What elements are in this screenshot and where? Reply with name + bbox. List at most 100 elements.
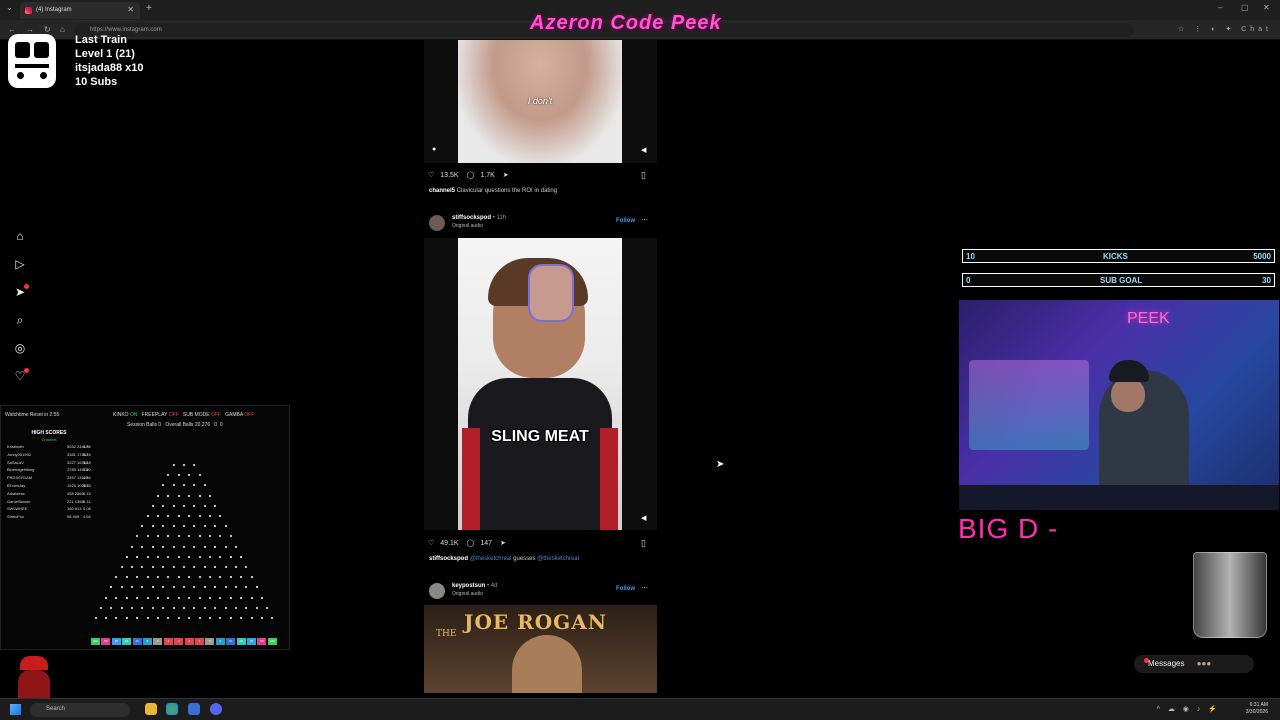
plinko-peg <box>157 617 159 619</box>
post-3-video[interactable]: THE JOE ROGAN <box>424 605 657 693</box>
avatar[interactable] <box>429 215 445 231</box>
post-2-video-caption: SLING MEAT <box>491 428 589 445</box>
discord-icon[interactable] <box>210 703 222 715</box>
submode-state: OFF <box>210 412 221 418</box>
plinko-peg <box>167 535 170 538</box>
plinko-peg <box>203 586 206 589</box>
close-tab-icon[interactable]: ✕ <box>127 5 134 14</box>
plinko-peg <box>183 545 185 548</box>
bookmark-icon[interactable]: ▯ <box>641 538 646 549</box>
heart-icon[interactable]: ♡ <box>10 366 30 386</box>
post-3-username[interactable]: keypostsun <box>452 583 485 589</box>
plinko-bucket: 25 <box>247 638 256 645</box>
comment-icon[interactable]: ◯ <box>467 540 475 547</box>
bookmark-icon[interactable]: ▯ <box>641 170 646 181</box>
score-ratio: 4.54 <box>83 514 91 520</box>
messages-label: Messages <box>1148 659 1185 668</box>
clock[interactable]: 6:31 AM 3/30/2026 <box>1246 702 1268 716</box>
post-2-audio[interactable]: Original audio <box>452 223 483 229</box>
post-2-caption-user[interactable]: stiffsockspod <box>429 556 468 562</box>
send-icon[interactable]: ➤ <box>10 282 30 302</box>
post-2-caption: stiffsockspod @thesketchreal guesses @th… <box>429 556 579 562</box>
search-icon[interactable]: ⌕ <box>10 310 30 330</box>
share-icon[interactable]: ➤ <box>500 540 506 547</box>
minimize-icon[interactable]: – <box>1218 3 1222 12</box>
plinko-peg <box>245 606 248 609</box>
browser-icon[interactable] <box>166 703 178 715</box>
avatar[interactable] <box>429 583 445 599</box>
follow-button[interactable]: Follow <box>616 218 635 224</box>
share-icon[interactable]: ➤ <box>503 172 509 179</box>
like-icon[interactable]: ♡ <box>428 172 434 179</box>
home-icon[interactable]: ⌂ <box>10 226 30 246</box>
back-icon[interactable]: ← <box>8 25 16 34</box>
mention-link[interactable]: @thesketchreal <box>470 556 512 562</box>
plinko-peg <box>229 596 232 599</box>
messages-button[interactable]: Messages ●●● <box>1134 655 1254 673</box>
new-tab-button[interactable]: + <box>146 3 152 14</box>
app-icon[interactable] <box>188 703 200 715</box>
maximize-icon[interactable]: ▢ <box>1241 3 1249 12</box>
plinko-peg <box>209 555 211 558</box>
kinko-label: KINKO <box>113 412 129 418</box>
plinko-bucket: 5 <box>153 638 163 645</box>
plinko-peg <box>203 566 206 568</box>
person-icon[interactable]: ● <box>432 146 436 153</box>
plinko-peg <box>240 596 243 599</box>
comment-icon[interactable]: ◯ <box>467 172 475 179</box>
mute-icon[interactable]: ◀ <box>641 146 646 154</box>
plinko-peg <box>203 606 206 609</box>
post-3-header: keypostsun • 4d Original audio Follow ⋯ <box>429 583 657 599</box>
refresh-icon[interactable]: ↻ <box>44 25 51 34</box>
system-tray-icons[interactable]: ^ ☁ ◉ ♪ ⚡ <box>1157 705 1220 713</box>
mention-link[interactable]: @thesketchreal <box>537 556 579 562</box>
file-explorer-icon[interactable] <box>145 703 157 715</box>
plinko-peg <box>261 617 263 619</box>
follow-button[interactable]: Follow <box>616 586 635 592</box>
more-icon[interactable]: ⋯ <box>641 584 648 592</box>
post-2-video[interactable]: SLING MEAT <box>458 238 622 530</box>
post-3-video-title: JOE ROGAN <box>464 610 608 634</box>
score-name: GameSkaner <box>7 498 31 504</box>
tab-instagram[interactable]: (4) Instagram ✕ <box>20 2 140 19</box>
gamba-state: OFF <box>244 412 255 418</box>
q-value: 0 <box>214 422 218 428</box>
tab-menu-icon[interactable]: ⌄ <box>6 3 13 12</box>
explore-icon[interactable]: ◎ <box>10 338 30 358</box>
chat-label[interactable]: Chat <box>1241 26 1272 33</box>
close-window-icon[interactable]: ✕ <box>1263 3 1270 12</box>
plinko-peg <box>224 566 227 568</box>
plinko-peg <box>193 606 196 609</box>
plinko-peg <box>151 525 154 528</box>
sub-label: SUB GOAL <box>1100 276 1143 285</box>
post-2-username[interactable]: stiffsockspod <box>452 215 491 221</box>
plinko-peg <box>115 617 118 619</box>
mute-icon[interactable]: ◀ <box>641 514 646 522</box>
plinko-peg <box>235 606 237 609</box>
taskbar-search[interactable]: Search <box>30 703 130 717</box>
score-values: 458 2869 <box>67 490 84 496</box>
plinko-peg <box>193 464 196 466</box>
start-icon[interactable] <box>10 704 21 715</box>
plinko-peg <box>146 555 149 558</box>
plinko-peg <box>141 606 144 609</box>
post-1-video[interactable]: I don't <box>458 40 622 163</box>
post-3-audio[interactable]: Original audio <box>452 591 483 597</box>
video-person-body <box>468 378 612 530</box>
forward-icon[interactable]: → <box>26 25 34 34</box>
home-browser-icon[interactable]: ⌂ <box>60 25 65 34</box>
more-icon[interactable]: ⋯ <box>641 216 648 224</box>
post-1-username[interactable]: channel5 <box>429 188 455 194</box>
plinko-peg <box>188 576 191 579</box>
plinko-peg <box>131 606 133 609</box>
plinko-peg <box>131 566 133 568</box>
reels-icon[interactable]: ▷ <box>10 254 30 274</box>
plinko-peg <box>188 596 191 599</box>
post-1-likes: 13.5K <box>440 172 459 179</box>
plinko-peg <box>193 504 196 507</box>
plinko-peg <box>157 555 159 558</box>
plinko-bucket: 5 <box>205 638 215 645</box>
browser-toolbar-icons[interactable]: ☆ ⋮ ◐ ✦ Chat <box>1178 25 1272 33</box>
instagram-favicon-icon <box>25 7 32 14</box>
like-icon[interactable]: ♡ <box>428 540 434 547</box>
